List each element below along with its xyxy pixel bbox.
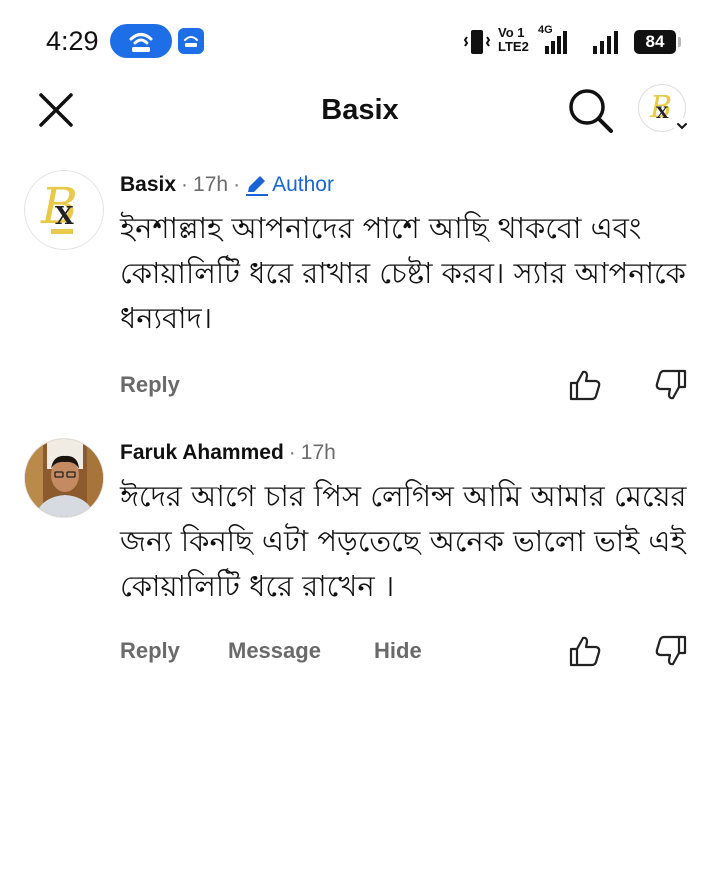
comment-meta: Basix · 17h · Author (120, 170, 334, 200)
hotspot-icon (129, 33, 153, 52)
brand-logo-icon: B X (40, 177, 78, 235)
volte-bottom-label: LTE2 (498, 39, 529, 54)
status-icons: Vo 1 LTE2 4G 84 (462, 24, 682, 60)
status-time: 4:29 (46, 26, 99, 56)
user-photo (25, 439, 103, 517)
thumbs-down-icon (655, 635, 687, 666)
thumbs-down-icon (655, 369, 687, 400)
hide-button[interactable]: Hide (374, 634, 422, 668)
search-button[interactable] (566, 86, 616, 136)
avatar[interactable]: B X (24, 170, 104, 250)
hotspot-indicator (110, 24, 172, 58)
reply-button[interactable]: Reply (120, 368, 180, 402)
signal-icon (593, 31, 618, 54)
comment-author-name[interactable]: Faruk Ahammed (120, 441, 284, 465)
svg-text:X: X (656, 103, 669, 122)
reply-button[interactable]: Reply (120, 634, 180, 668)
separator-dot: · (181, 173, 189, 196)
sync-indicator (178, 28, 204, 54)
comment-item: B X Basix · 17h · Author ইনশাল্লাহ আপনাদ… (0, 170, 720, 410)
volte-indicator: Vo 1 LTE2 (498, 26, 529, 54)
dislike-button[interactable] (654, 368, 688, 402)
chevron-down-icon (674, 118, 690, 134)
comment-item: Faruk Ahammed · 17h ঈদের আগে চার পিস লেগ… (0, 438, 720, 678)
battery-icon: 84 (634, 30, 681, 54)
status-bar: 4:29 Vo 1 LTE2 4G 84 (0, 0, 720, 80)
sync-icon (184, 36, 198, 47)
svg-text:X: X (55, 201, 74, 230)
separator-dot: · (233, 173, 241, 196)
avatar[interactable] (24, 438, 104, 518)
thumbs-up-icon (569, 370, 601, 401)
vibrate-icon (463, 30, 491, 54)
search-icon (569, 89, 613, 133)
comment-meta: Faruk Ahammed · 17h (120, 438, 336, 468)
comment-timestamp: 17h (300, 441, 336, 464)
author-badge: Author (245, 173, 334, 197)
comment-text: ইনশাল্লাহ আপনাদের পাশে আছি থাকবো এবং কোয… (120, 211, 686, 335)
comment-actions: Reply Message Hide (120, 634, 700, 668)
thumbs-up-icon (569, 636, 601, 667)
app-header: Basix B X (0, 80, 720, 142)
profile-switcher[interactable]: B X (638, 84, 690, 136)
comment-text: ঈদের আগে চার পিস লেগিন্স আমি আমার মেয়ের… (120, 479, 687, 603)
signal-icon (545, 31, 567, 54)
volte-top-label: Vo 1 (498, 25, 525, 40)
like-button[interactable] (568, 634, 602, 668)
dislike-button[interactable] (654, 634, 688, 668)
separator-dot: · (288, 441, 296, 464)
comment-actions: Reply (120, 368, 700, 402)
pencil-icon (246, 176, 269, 196)
author-badge-label: Author (272, 173, 334, 196)
comment-author-name[interactable]: Basix (120, 173, 176, 197)
comment-timestamp: 17h (193, 173, 229, 196)
message-button[interactable]: Message (228, 634, 321, 668)
like-button[interactable] (568, 368, 602, 402)
